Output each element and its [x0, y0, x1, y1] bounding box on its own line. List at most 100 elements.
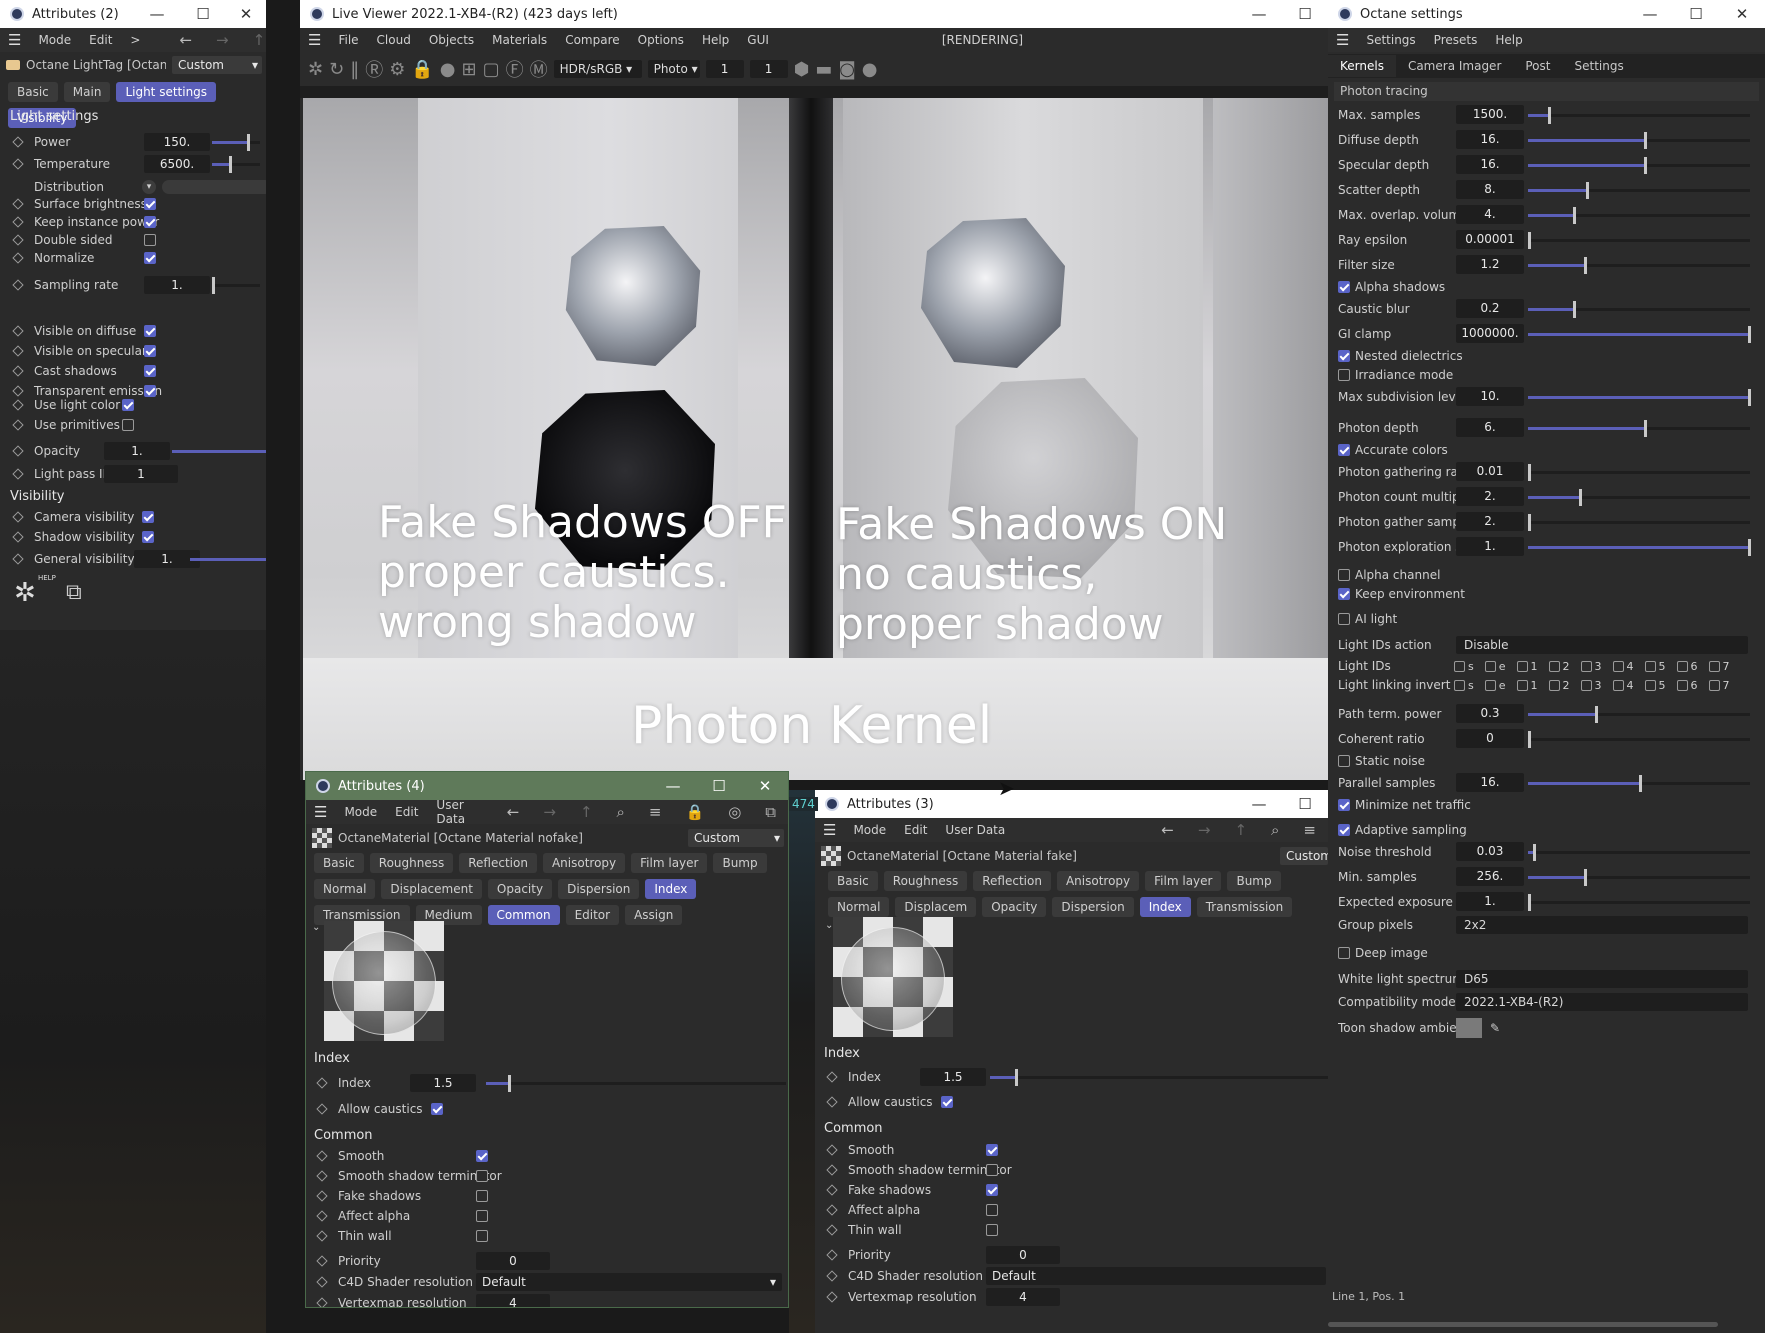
light-ids-item[interactable]: 4 [1612, 660, 1634, 673]
max-overlap-volumes-slider[interactable] [1528, 207, 1750, 224]
close-icon[interactable]: ✕ [226, 5, 266, 23]
attributes-light-titlebar[interactable]: Attributes (2) — ☐ ✕ [0, 0, 266, 28]
light-ids-checkbox[interactable] [1580, 660, 1592, 672]
attr3-tab-displacem[interactable]: Displacem [895, 897, 977, 917]
keyframe-icon[interactable] [316, 1297, 328, 1307]
slider-knob[interactable] [1585, 182, 1589, 199]
menu-cloud[interactable]: Cloud [368, 33, 420, 47]
slider-knob[interactable] [247, 134, 251, 151]
attr4-tab-film-layer[interactable]: Film layer [631, 853, 708, 873]
fake-shadows-checkbox[interactable] [986, 1184, 998, 1196]
menu-materials[interactable]: Materials [483, 33, 556, 47]
opacity-slider[interactable] [172, 450, 266, 453]
light-ids-item[interactable]: 6 [1676, 660, 1698, 673]
irradiance-mode-checkbox[interactable] [1338, 369, 1350, 381]
light-ids-item[interactable]: 3 [1580, 660, 1602, 673]
distribution-field[interactable] [162, 179, 266, 194]
allow-caustics-checkbox[interactable] [940, 1096, 953, 1108]
general-visibility-slider[interactable] [190, 558, 266, 561]
keyframe-icon[interactable] [316, 1150, 328, 1162]
attr3-tab-reflection[interactable]: Reflection [973, 871, 1051, 891]
visible-on-specular-checkbox[interactable] [144, 345, 156, 357]
slider-knob[interactable] [229, 156, 233, 173]
allow-caustics-checkbox[interactable] [430, 1103, 443, 1115]
attr3-tab-normal[interactable]: Normal [828, 897, 890, 917]
attr3-tab-transmission[interactable]: Transmission [1196, 897, 1293, 917]
render-view[interactable]: Fake Shadows OFF proper caustics. wrong … [303, 98, 1328, 780]
menu-edit[interactable]: Edit [895, 823, 936, 837]
forward-arrow-icon[interactable]: → [207, 31, 238, 49]
eyedropper-icon[interactable]: ✎ [1490, 1021, 1500, 1035]
attr3-tab-basic[interactable]: Basic [828, 871, 878, 891]
keyframe-icon[interactable] [12, 345, 24, 357]
light-linking-invert-item[interactable]: 7 [1708, 679, 1730, 692]
menu-gui[interactable]: GUI [738, 33, 778, 47]
keyframe-icon[interactable] [316, 1210, 328, 1222]
fake-shadows-checkbox[interactable] [476, 1190, 488, 1202]
shader-resolution-dropdown[interactable]: Default ▾ [476, 1273, 782, 1291]
film-icon[interactable]: ▬ [815, 59, 832, 80]
photon-count-multiplie-field[interactable]: 2. [1456, 487, 1524, 506]
photon-count-multiplie-slider[interactable] [1528, 489, 1750, 506]
keyframe-icon[interactable] [316, 1230, 328, 1242]
parallel-samples-field[interactable]: 16. [1456, 773, 1524, 792]
slider-knob[interactable] [1548, 107, 1552, 124]
max-samples-slider[interactable] [1528, 107, 1750, 124]
hamburger-icon[interactable]: ☰ [1328, 31, 1357, 49]
minimize-icon[interactable]: — [134, 5, 180, 23]
focus-pick-icon[interactable]: Ⓕ [506, 56, 524, 82]
group-pixels-dropdown[interactable]: 2x2 [1456, 916, 1748, 934]
slider-knob[interactable] [1639, 775, 1643, 792]
gi-clamp-field[interactable]: 1000000. [1456, 324, 1524, 343]
smooth-checkbox[interactable] [476, 1150, 488, 1162]
attr4-tab-reflection[interactable]: Reflection [459, 853, 537, 873]
specular-depth-slider[interactable] [1528, 157, 1750, 174]
maximize-icon[interactable]: ☐ [180, 5, 226, 23]
hamburger-icon[interactable]: ☰ [306, 803, 335, 821]
keep-environment-checkbox[interactable] [1338, 588, 1350, 600]
settings-gear-icon[interactable]: ⚙ [389, 59, 405, 80]
keyframe-icon[interactable] [12, 399, 24, 411]
search-icon[interactable]: ⌕ [608, 803, 634, 821]
up-arrow-icon[interactable]: ↑ [571, 803, 602, 821]
attr4-tab-bump[interactable]: Bump [713, 853, 767, 873]
maximize-icon[interactable]: ☐ [696, 777, 742, 795]
max-subdivision-level-field[interactable]: 10. [1456, 387, 1524, 406]
octane-tab-camera-imager[interactable]: Camera Imager [1396, 55, 1513, 77]
menu-help[interactable]: Help [693, 33, 738, 47]
slider-knob[interactable] [1643, 157, 1647, 174]
menu-mode[interactable]: Mode [844, 823, 895, 837]
keyframe-icon[interactable] [12, 325, 24, 337]
attr4-tab-roughness[interactable]: Roughness [369, 853, 454, 873]
visible-on-diffuse-checkbox[interactable] [144, 325, 156, 337]
expected-exposure-field[interactable]: 1. [1456, 892, 1524, 911]
material-pick-icon[interactable]: Ⓜ [530, 56, 548, 82]
menu-more[interactable]: > [121, 33, 149, 47]
menu-help[interactable]: Help [1486, 33, 1531, 47]
minimize-net-traffic-checkbox[interactable] [1338, 799, 1350, 811]
ray-epsilon-slider[interactable] [1528, 232, 1750, 249]
camera-visibility-checkbox[interactable] [142, 511, 154, 523]
light-ids-checkbox[interactable] [1708, 660, 1720, 672]
ray-epsilon-field[interactable]: 0.00001 [1456, 230, 1524, 249]
max-samples-field[interactable]: 1500. [1456, 105, 1524, 124]
menu-mode[interactable]: Mode [29, 33, 80, 47]
nested-dielectrics-checkbox[interactable] [1338, 350, 1350, 362]
search-icon[interactable]: ⌕ [1262, 821, 1288, 839]
ai-light-checkbox[interactable] [1338, 613, 1350, 625]
affect-alpha-checkbox[interactable] [476, 1210, 488, 1222]
slider-knob[interactable] [1528, 514, 1532, 531]
target-icon[interactable]: ◎ [719, 803, 750, 821]
slider-knob[interactable] [1748, 326, 1751, 343]
hamburger-icon[interactable]: ☰ [300, 31, 329, 49]
attr3-tab-film-layer[interactable]: Film layer [1145, 871, 1222, 891]
minimize-icon[interactable]: — [1236, 795, 1282, 813]
adaptive-sampling-checkbox[interactable] [1338, 824, 1350, 836]
chevron-down-icon[interactable]: ▾ [142, 179, 156, 194]
light-linking-invert-checkbox[interactable] [1580, 679, 1592, 691]
cast-shadows-checkbox[interactable] [144, 365, 156, 377]
power-field[interactable]: 150. [144, 133, 210, 151]
keyframe-icon[interactable] [826, 1204, 838, 1216]
alpha-channel-checkbox[interactable] [1338, 569, 1350, 581]
region-render-icon[interactable]: Ⓡ [365, 56, 383, 82]
